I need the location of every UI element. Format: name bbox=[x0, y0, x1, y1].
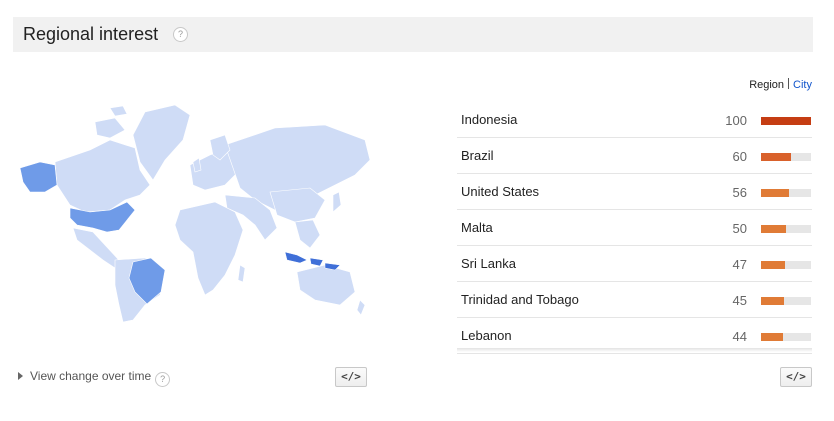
toggle-divider bbox=[788, 78, 790, 89]
interest-bar bbox=[761, 189, 811, 197]
table-row[interactable]: Trinidad and Tobago 45 bbox=[457, 282, 812, 318]
north-america-islands-shape bbox=[94, 105, 128, 139]
interest-bar-fill bbox=[761, 117, 811, 125]
indonesia-shape bbox=[284, 251, 341, 271]
expand-triangle-icon bbox=[18, 372, 23, 380]
interest-bar-fill bbox=[761, 297, 784, 305]
embed-code-icon[interactable]: </> bbox=[780, 367, 812, 387]
region-toggle[interactable]: Region bbox=[749, 79, 784, 91]
table-bottom-shadow bbox=[457, 348, 812, 352]
australia-shape bbox=[296, 264, 356, 306]
interest-bar bbox=[761, 261, 811, 269]
embed-code-icon[interactable]: </> bbox=[335, 367, 367, 387]
region-value: 60 bbox=[732, 149, 747, 164]
region-name[interactable]: Trinidad and Tobago bbox=[461, 292, 579, 307]
region-name[interactable]: Brazil bbox=[461, 148, 494, 163]
interest-bar-fill bbox=[761, 333, 783, 341]
madagascar-shape bbox=[237, 264, 246, 283]
alaska-shape bbox=[19, 161, 58, 193]
africa-shape bbox=[174, 201, 244, 296]
view-change-over-time-link[interactable]: View change over time? bbox=[18, 369, 171, 387]
region-value: 47 bbox=[732, 257, 747, 272]
table-row[interactable]: Sri Lanka 47 bbox=[457, 246, 812, 282]
view-change-label: View change over time bbox=[30, 369, 152, 383]
southeast-asia-shape bbox=[294, 219, 321, 249]
region-name[interactable]: United States bbox=[461, 184, 539, 199]
interest-bar bbox=[761, 153, 811, 161]
table-row[interactable]: United States 56 bbox=[457, 174, 812, 210]
region-value: 44 bbox=[732, 329, 747, 344]
view-toggle: Region City bbox=[749, 78, 812, 91]
interest-bar bbox=[761, 333, 811, 341]
city-toggle[interactable]: City bbox=[793, 79, 812, 91]
region-name[interactable]: Sri Lanka bbox=[461, 256, 516, 271]
help-icon[interactable]: ? bbox=[173, 27, 188, 42]
help-icon[interactable]: ? bbox=[155, 372, 171, 387]
interest-bar-fill bbox=[761, 225, 786, 233]
greenland-shape bbox=[132, 104, 191, 181]
interest-bar-fill bbox=[761, 153, 791, 161]
canada-shape bbox=[54, 139, 151, 213]
table-row[interactable]: Malta 50 bbox=[457, 210, 812, 246]
china-shape bbox=[269, 187, 326, 223]
interest-bar-fill bbox=[761, 189, 789, 197]
region-table: Indonesia 100 Brazil 60 United States 56 Malta… bbox=[457, 102, 812, 354]
section-header: Regional interest ? bbox=[13, 17, 813, 52]
region-name[interactable]: Lebanon bbox=[461, 328, 512, 343]
region-name[interactable]: Indonesia bbox=[461, 112, 517, 127]
interest-bar-fill bbox=[761, 261, 785, 269]
region-value: 56 bbox=[732, 185, 747, 200]
interest-bar bbox=[761, 225, 811, 233]
table-row[interactable]: Indonesia 100 bbox=[457, 102, 812, 138]
interest-bar bbox=[761, 297, 811, 305]
japan-shape bbox=[332, 191, 342, 213]
region-value: 100 bbox=[725, 113, 747, 128]
region-name[interactable]: Malta bbox=[461, 220, 493, 235]
new-zealand-shape bbox=[356, 299, 366, 316]
table-row[interactable]: Brazil 60 bbox=[457, 138, 812, 174]
section-title: Regional interest bbox=[23, 24, 159, 44]
world-map[interactable] bbox=[15, 100, 370, 325]
interest-bar bbox=[761, 117, 811, 125]
region-value: 45 bbox=[732, 293, 747, 308]
region-value: 50 bbox=[732, 221, 747, 236]
